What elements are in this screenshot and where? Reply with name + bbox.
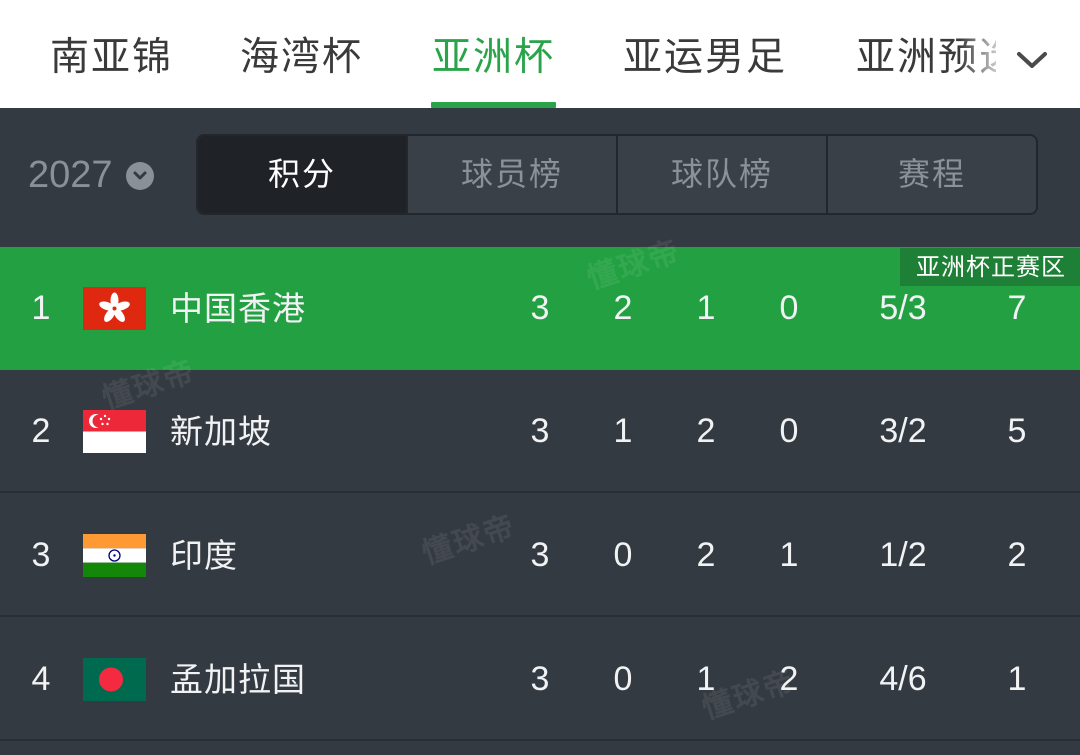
tab-asian-games-men[interactable]: 亚运男足 <box>623 30 787 86</box>
points: 2 <box>1007 536 1027 574</box>
team-name: 孟加拉国 <box>170 660 306 699</box>
bangladesh-flag-icon <box>83 658 146 701</box>
goals: 4/6 <box>879 660 927 698</box>
points: 1 <box>1007 660 1027 698</box>
goals: 3/2 <box>879 412 927 450</box>
tab-fade-overlay <box>960 30 1010 90</box>
year-dropdown-icon[interactable] <box>126 162 154 190</box>
table-row[interactable]: 4 孟加拉国 3 0 1 2 4/6 1 <box>0 618 1080 741</box>
drawn: 2 <box>696 412 716 450</box>
team-name: 印度 <box>170 536 238 575</box>
singapore-flag-icon <box>83 410 146 453</box>
team-name: 中国香港 <box>170 289 306 328</box>
points: 5 <box>1007 412 1027 450</box>
won: 1 <box>613 412 633 450</box>
played: 3 <box>530 289 550 327</box>
lost: 0 <box>779 412 799 450</box>
rank: 3 <box>31 536 51 574</box>
segment-schedule[interactable]: 赛程 <box>826 136 1036 213</box>
lost: 0 <box>779 289 799 327</box>
played: 3 <box>530 536 550 574</box>
segment-team-rankings[interactable]: 球队榜 <box>616 136 826 213</box>
active-tab-indicator <box>431 102 556 108</box>
lost: 1 <box>779 536 799 574</box>
rank: 4 <box>31 660 51 698</box>
rank: 2 <box>31 412 51 450</box>
lost: 2 <box>779 660 799 698</box>
tab-gulf-cup[interactable]: 海湾杯 <box>240 30 363 86</box>
drawn: 2 <box>696 536 716 574</box>
drawn: 1 <box>696 289 716 327</box>
table-row[interactable]: 2 新加坡 3 1 2 0 3/2 5 <box>0 370 1080 493</box>
table-row[interactable]: 3 印度 3 0 2 1 1/2 2 <box>0 494 1080 617</box>
segment-player-rankings[interactable]: 球员榜 <box>406 136 616 213</box>
segment-standings[interactable]: 积分 <box>198 136 406 213</box>
season-year[interactable]: 2027 <box>28 150 113 200</box>
tab-asian-cup[interactable]: 亚洲杯 <box>432 30 555 86</box>
view-segmented-control: 积分 球员榜 球队榜 赛程 <box>196 134 1038 215</box>
won: 2 <box>613 289 633 327</box>
drawn: 1 <box>696 660 716 698</box>
india-flag-icon <box>83 534 146 577</box>
rank: 1 <box>31 289 51 327</box>
tab-south-asian-championship[interactable]: 南亚锦 <box>50 30 173 86</box>
won: 0 <box>613 536 633 574</box>
qualification-zone-badge: 亚洲杯正赛区 <box>900 248 1080 286</box>
played: 3 <box>530 412 550 450</box>
team-name: 新加坡 <box>170 412 272 451</box>
goals: 1/2 <box>879 536 927 574</box>
league-tab-bar: 南亚锦 海湾杯 亚洲杯 亚运男足 亚洲预选 <box>0 0 1080 108</box>
played: 3 <box>530 660 550 698</box>
expand-tabs-button[interactable] <box>1010 40 1054 84</box>
chevron-down-icon <box>1015 49 1049 75</box>
hong-kong-flag-icon <box>83 287 146 330</box>
won: 0 <box>613 660 633 698</box>
